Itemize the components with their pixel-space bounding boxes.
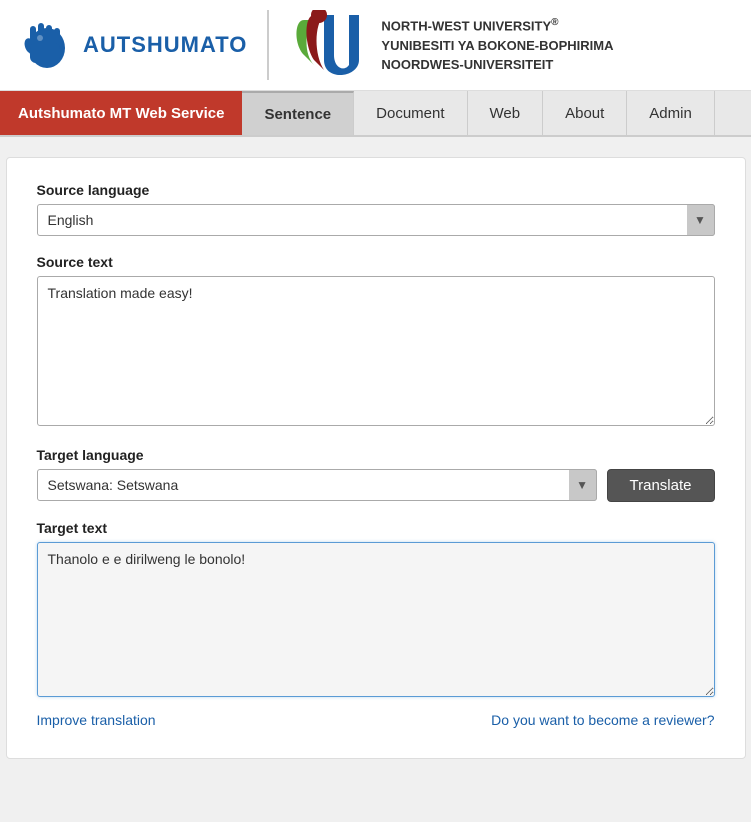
navbar-brand: Autshumato MT Web Service [0,91,242,135]
header-divider [267,10,269,80]
header: AUTSHUMATO NORTH-WEST UNIVERSITY® YUNIBE… [0,0,751,91]
nwu-logo-area: NORTH-WEST UNIVERSITY® YUNIBESITI YA BOK… [289,10,613,80]
nav-item-document[interactable]: Document [354,91,467,135]
nav-item-about[interactable]: About [543,91,627,135]
target-row: Setswana: Setswana Afrikaans: Afrikaans … [37,469,715,502]
registered-mark: ® [551,17,558,28]
main-content: Source language English Afrikaans Setswa… [6,157,746,759]
logo-text: AUTSHUMATO [83,32,247,58]
source-language-label: Source language [37,182,715,198]
source-text-label: Source text [37,254,715,270]
logo-left: AUTSHUMATO [20,18,247,73]
target-language-select[interactable]: Setswana: Setswana Afrikaans: Afrikaans … [37,469,597,501]
reviewer-link[interactable]: Do you want to become a reviewer? [491,712,714,728]
nwu-text: NORTH-WEST UNIVERSITY® YUNIBESITI YA BOK… [381,15,613,75]
source-language-wrapper: English Afrikaans Setswana Zulu ▼ [37,204,715,236]
footer-links: Improve translation Do you want to becom… [37,712,715,728]
nav-item-sentence[interactable]: Sentence [242,91,354,135]
autshumato-logo-icon [20,18,75,73]
translate-button[interactable]: Translate [607,469,715,502]
navbar: Autshumato MT Web Service Sentence Docum… [0,91,751,137]
nav-item-admin[interactable]: Admin [627,91,715,135]
source-text-input[interactable]: Translation made easy! [37,276,715,426]
source-language-select[interactable]: English Afrikaans Setswana Zulu [37,204,715,236]
nav-item-web[interactable]: Web [468,91,544,135]
target-text-output[interactable]: Thanolo e e dirilweng le bonolo! [37,542,715,697]
improve-translation-link[interactable]: Improve translation [37,712,156,728]
target-language-wrapper: Setswana: Setswana Afrikaans: Afrikaans … [37,469,597,501]
target-language-label: Target language [37,447,715,463]
nwu-logo-icon [289,10,369,80]
target-text-label: Target text [37,520,715,536]
